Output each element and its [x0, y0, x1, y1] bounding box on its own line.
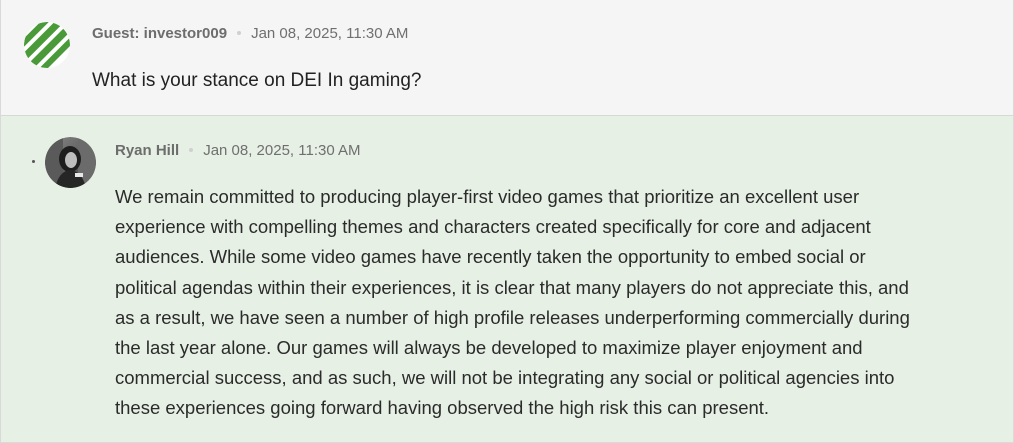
- user-photo-icon: [45, 137, 96, 188]
- user-avatar[interactable]: [45, 137, 96, 188]
- meta-separator: [189, 148, 194, 152]
- answer-text: We remain committed to producing player-…: [115, 182, 995, 424]
- question-meta: Guest: investor009 Jan 08, 2025, 11:30 A…: [92, 23, 408, 43]
- answer-timestamp: Jan 08, 2025, 11:30 AM: [203, 141, 361, 159]
- answer-meta: Ryan Hill Jan 08, 2025, 11:30 AM: [115, 140, 361, 160]
- bullet-dot: [32, 160, 35, 163]
- meta-separator: [237, 31, 242, 35]
- answer-line: these experiences going forward having o…: [115, 397, 770, 419]
- answer-line: audiences. While some video games have r…: [115, 246, 866, 268]
- answer-line: political agendas within their experienc…: [115, 276, 909, 298]
- question-timestamp: Jan 08, 2025, 11:30 AM: [251, 24, 409, 42]
- qa-thread: Guest: investor009 Jan 08, 2025, 11:30 A…: [0, 0, 1014, 443]
- answer-author[interactable]: Ryan Hill: [115, 142, 179, 159]
- question-post: Guest: investor009 Jan 08, 2025, 11:30 A…: [1, 0, 1013, 116]
- green-striped-globe-icon: [24, 22, 70, 68]
- answer-line: experience with compelling themes and ch…: [115, 216, 871, 238]
- answer-line: the last year alone. Our games will alwa…: [115, 337, 863, 359]
- answer-line: as a result, we have seen a number of hi…: [115, 306, 910, 328]
- answer-line: We remain committed to producing player-…: [115, 186, 860, 207]
- question-text: What is your stance on DEI In gaming?: [92, 70, 422, 91]
- guest-avatar: [24, 22, 70, 68]
- question-author[interactable]: Guest: investor009: [92, 25, 227, 42]
- answer-line: commercial success, and as such, we will…: [115, 367, 895, 389]
